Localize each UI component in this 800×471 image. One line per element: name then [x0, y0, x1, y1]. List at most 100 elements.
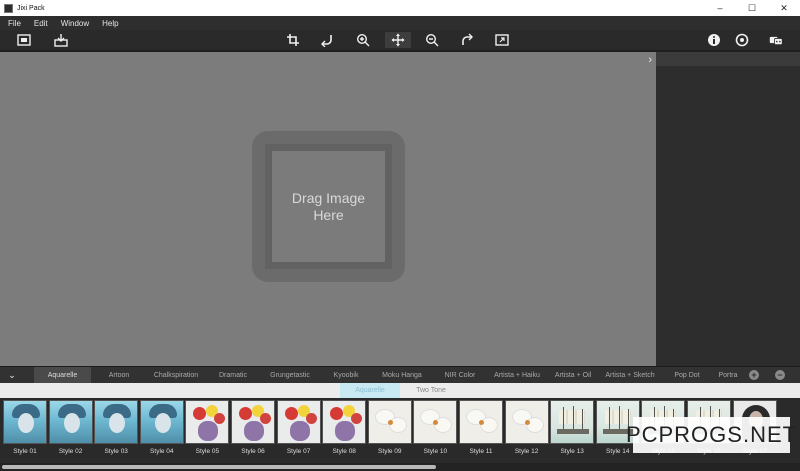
right-panel-header	[656, 52, 800, 66]
watermark: PCPROGS.NET	[626, 417, 796, 453]
style-thumbnail-label: Style 07	[286, 447, 311, 455]
tab-pop-dot[interactable]: Pop Dot	[661, 367, 713, 383]
menu-bar: File Edit Window Help	[0, 16, 800, 30]
style-thumbnail[interactable]: Style 06	[231, 400, 275, 460]
tab-dramatic[interactable]: Dramatic	[207, 367, 259, 383]
tab-nir-color[interactable]: NIR Color	[433, 367, 487, 383]
info-button[interactable]	[703, 32, 725, 48]
move-icon	[391, 33, 405, 47]
style-preview-image	[413, 400, 458, 444]
style-thumbnail-label: Style 03	[104, 447, 128, 455]
style-thumbnail[interactable]: Style 02	[48, 400, 93, 460]
style-thumbnail[interactable]: Style 10	[413, 400, 458, 460]
save-export-icon	[54, 34, 68, 47]
settings-icon	[735, 33, 749, 47]
style-thumbnail[interactable]: Style 09	[367, 400, 412, 460]
settings-button[interactable]	[731, 32, 753, 48]
tab-artista-oil[interactable]: Artista + Oil	[547, 367, 599, 383]
fit-screen-icon	[495, 34, 509, 46]
open-image-icon	[17, 34, 31, 46]
menu-window[interactable]: Window	[61, 19, 89, 28]
style-thumbnail-label: Style 01	[13, 447, 37, 455]
style-preview-image	[185, 400, 230, 444]
tab-artista-haiku[interactable]: Artista + Haiku	[489, 367, 545, 383]
style-preview-image	[231, 400, 275, 444]
tab-portra[interactable]: Portra	[715, 367, 741, 383]
style-preview-image	[504, 400, 549, 444]
zoom-out-button[interactable]	[421, 32, 443, 48]
style-thumbnail[interactable]: Style 04	[139, 400, 184, 460]
style-thumbnail-label: Style 11	[469, 447, 493, 455]
style-thumbnail-label: Style 02	[58, 447, 83, 455]
subtab-two-tone[interactable]: Two Tone	[400, 383, 462, 398]
style-thumbnail-label: Style 13	[560, 447, 584, 455]
minimize-button[interactable]: –	[704, 0, 736, 16]
style-thumbnail-label: Style 05	[195, 447, 220, 455]
zoom-in-icon	[356, 33, 370, 47]
toolbar	[0, 30, 800, 50]
style-preview-image	[459, 400, 503, 444]
drop-zone[interactable]: Drag Image Here	[252, 131, 405, 282]
style-thumbnail[interactable]: Style 08	[322, 400, 367, 460]
app-icon	[4, 3, 13, 13]
style-preview-image	[322, 400, 367, 444]
crop-button[interactable]	[282, 32, 304, 48]
menu-edit[interactable]: Edit	[34, 19, 48, 28]
subtab-aquarelle[interactable]: Aquarelle	[340, 383, 400, 398]
style-preview-image	[139, 400, 184, 444]
menu-file[interactable]: File	[8, 19, 21, 28]
tab-grungetastic[interactable]: Grungetastic	[261, 367, 319, 383]
scrollbar-thumb[interactable]	[2, 465, 436, 469]
zoom-in-button[interactable]	[352, 32, 374, 48]
drop-text-line2: Here	[313, 206, 344, 223]
style-thumbnail-label: Style 04	[150, 447, 174, 455]
style-thumbnail[interactable]: Style 05	[185, 400, 230, 460]
style-thumbnail-label: Style 08	[332, 447, 356, 455]
right-side-panel	[656, 52, 800, 366]
collapse-panel-button[interactable]: ⌄	[0, 367, 24, 383]
store-button[interactable]	[763, 32, 789, 48]
add-style-button[interactable]: +	[749, 370, 759, 380]
fit-screen-button[interactable]	[491, 32, 513, 48]
tab-artista-sketch[interactable]: Artista + Sketch	[601, 367, 659, 383]
maximize-button[interactable]: ☐	[736, 0, 768, 16]
chevron-down-icon: ⌄	[8, 369, 16, 380]
close-button[interactable]: ✕	[768, 0, 800, 16]
save-export-button[interactable]	[50, 32, 72, 48]
style-thumbnail[interactable]: Style 07	[276, 400, 321, 460]
store-icon	[769, 36, 783, 46]
style-preview-image	[94, 400, 139, 444]
menu-help[interactable]: Help	[102, 19, 118, 28]
tab-chalkspiration[interactable]: Chalkspiration	[147, 367, 205, 383]
crop-icon	[287, 34, 299, 46]
tab-artoon[interactable]: Artoon	[93, 367, 145, 383]
tab-moku-hanga[interactable]: Moku Hanga	[373, 367, 431, 383]
remove-style-button[interactable]: −	[775, 370, 785, 380]
thumbnail-scrollbar[interactable]	[0, 463, 800, 471]
style-category-tabs: ⌄ Aquarelle Artoon Chalkspiration Dramat…	[0, 366, 800, 383]
redo-icon	[462, 33, 473, 45]
drop-zone-frame: Drag Image Here	[265, 144, 392, 269]
rotate-left-button[interactable]	[316, 32, 338, 48]
style-subtabs: Aquarelle Two Tone	[0, 383, 800, 398]
style-thumbnail[interactable]: Style 12	[504, 400, 549, 460]
style-thumbnail-label: Style 09	[378, 447, 402, 455]
window-title: Jixi Pack	[17, 4, 45, 12]
style-thumbnail[interactable]: Style 11	[459, 400, 503, 460]
image-canvas[interactable]: › Drag Image Here	[0, 52, 656, 366]
title-bar: Jixi Pack – ☐ ✕	[0, 0, 800, 16]
style-thumbnail[interactable]: Style 03	[94, 400, 139, 460]
tab-kyoobik[interactable]: Kyoobik	[321, 367, 371, 383]
tab-aquarelle[interactable]: Aquarelle	[34, 367, 91, 383]
style-thumbnail[interactable]: Style 13	[550, 400, 595, 460]
move-button[interactable]	[385, 32, 411, 48]
style-thumbnail-label: Style 10	[423, 447, 448, 455]
redo-button[interactable]	[456, 32, 478, 48]
style-thumbnail[interactable]: Style 01	[3, 400, 47, 460]
style-preview-image	[48, 400, 93, 444]
style-preview-image	[3, 400, 47, 444]
style-preview-image	[367, 400, 412, 444]
rotate-left-icon	[321, 35, 332, 47]
open-image-button[interactable]	[13, 32, 35, 48]
chevron-right-icon[interactable]: ›	[648, 54, 652, 66]
